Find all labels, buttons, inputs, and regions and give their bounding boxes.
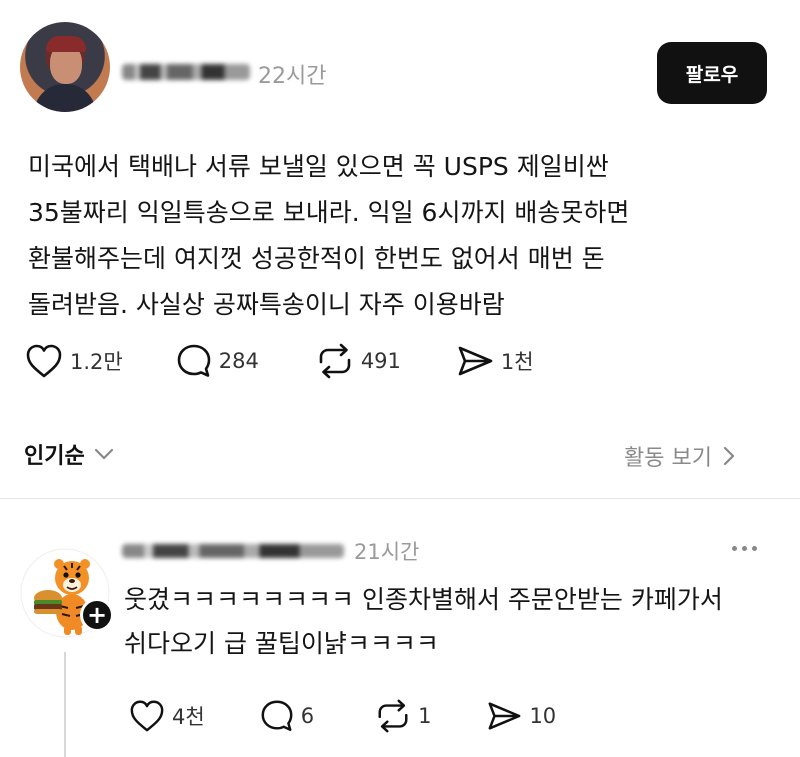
- reply-like-button[interactable]: 4천: [128, 698, 205, 734]
- reply-repost-button[interactable]: 1: [374, 698, 431, 734]
- post-timestamp: 22시간: [258, 64, 327, 89]
- avatar-cap: [46, 36, 86, 52]
- send-icon: [488, 702, 521, 730]
- post-body-line: 환불해주는데 여지껏 성공한적이 한번도 없어서 매번 돈: [28, 244, 605, 273]
- repost-icon: [378, 699, 408, 733]
- post-author-avatar[interactable]: [20, 22, 110, 112]
- reply-actions: 4천 6 1 10: [128, 698, 556, 734]
- speech-bubble-icon: [177, 344, 211, 377]
- comment-button[interactable]: 284: [175, 342, 259, 380]
- activity-link[interactable]: 활동 보기: [624, 440, 736, 472]
- reply-share-button[interactable]: 10: [485, 698, 556, 734]
- follow-button[interactable]: 팔로우: [657, 42, 767, 104]
- reply-body: 웃겼ㅋㅋㅋㅋㅋㅋㅋㅋ 인종차별해서 주문안받는 카페가서 쉬다오기 급 꿀팁이냙…: [124, 578, 784, 666]
- repost-count: 491: [360, 349, 401, 373]
- activity-label: 활동 보기: [624, 446, 712, 471]
- send-icon: [458, 346, 493, 376]
- reply-comment-count: 6: [300, 704, 315, 728]
- comment-count: 284: [218, 349, 259, 373]
- heart-icon: [26, 344, 62, 378]
- like-button[interactable]: 1.2만: [24, 342, 123, 380]
- share-count: 1천: [500, 350, 534, 374]
- follow-plus-icon[interactable]: +: [80, 598, 114, 632]
- reply-share-count: 10: [529, 704, 557, 728]
- reply-like-count: 4천: [172, 705, 205, 729]
- speech-bubble-icon: [261, 700, 293, 731]
- thread-connector-line: [64, 652, 66, 757]
- like-count: 1.2만: [70, 350, 123, 374]
- reply-comment-button[interactable]: 6: [259, 698, 314, 734]
- post-body-line: 35불짜리 익일특송으로 보내라. 익일 6시까지 배송못하면: [28, 198, 630, 227]
- repost-button[interactable]: 491: [315, 342, 401, 380]
- reply-body-line: 웃겼ㅋㅋㅋㅋㅋㅋㅋㅋ 인종차별해서 주문안받는 카페가서: [124, 585, 723, 614]
- more-icon[interactable]: [732, 546, 757, 551]
- repost-icon: [319, 343, 351, 379]
- chevron-right-icon: [723, 446, 735, 466]
- sort-label: 인기순: [24, 444, 85, 469]
- avatar-shirt: [34, 84, 96, 112]
- post-body: 미국에서 택배나 서류 보낼일 있으면 꼭 USPS 제일비싼 35불짜리 익일…: [28, 144, 768, 328]
- sort-dropdown[interactable]: 인기순: [24, 438, 115, 470]
- reply-author-name-redacted[interactable]: [122, 544, 344, 558]
- reply-repost-count: 1: [418, 704, 432, 728]
- post-body-line: 돌려받음. 사실상 공짜특송이니 자주 이용바람: [28, 290, 505, 319]
- chevron-down-icon: [94, 448, 113, 460]
- post-actions: 1.2만 284 491 1천: [24, 342, 534, 380]
- post-author-name-redacted[interactable]: [122, 64, 250, 80]
- share-button[interactable]: 1천: [455, 342, 534, 380]
- section-divider: [0, 498, 800, 499]
- reply-body-line: 쉬다오기 급 꿀팁이냙ㅋㅋㅋㅋ: [124, 629, 439, 658]
- heart-icon: [130, 700, 164, 732]
- post-body-line: 미국에서 택배나 서류 보낼일 있으면 꼭 USPS 제일비싼: [28, 152, 609, 181]
- reply-timestamp: 21시간: [354, 540, 420, 564]
